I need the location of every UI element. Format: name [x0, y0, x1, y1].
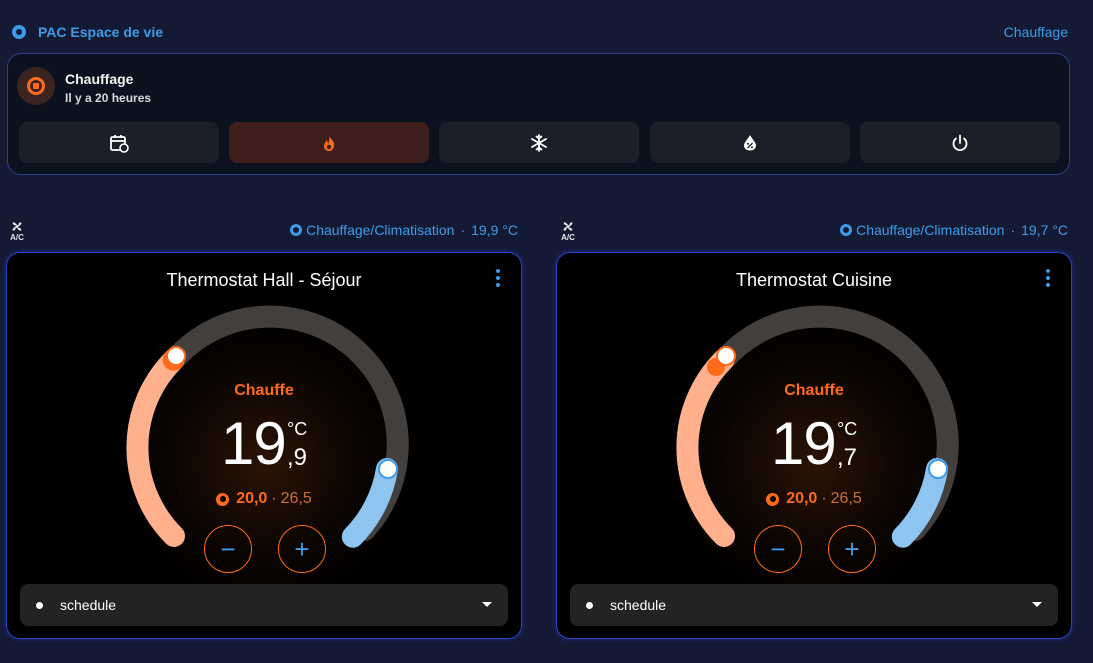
thermostat-title: Thermostat Cuisine: [735, 270, 893, 290]
section-header: PAC Espace de vie: [12, 24, 163, 40]
thermostat-1-state[interactable]: Chauffage/Climatisation · 19,9 °C: [290, 222, 518, 238]
calendar-sync-icon: [110, 134, 129, 153]
preset-value: schedule: [60, 597, 117, 613]
thermostat-card-cuisine: Thermostat Cuisine Chauffe 19 °C ,7 20,0…: [556, 252, 1072, 639]
preset-value: schedule: [610, 597, 667, 613]
section-title: PAC Espace de vie: [38, 24, 164, 40]
separator: ·: [1010, 222, 1016, 238]
preset-select[interactable]: schedule: [570, 584, 1058, 626]
temp-decimal: ,9: [287, 444, 308, 471]
thermostat-title: Thermostat Hall - Séjour: [166, 270, 362, 290]
increase-button[interactable]: +: [828, 525, 876, 573]
decrease-button[interactable]: −: [754, 525, 802, 573]
mode-link[interactable]: Chauffage: [1004, 24, 1068, 40]
thermostat-auto-icon: [840, 224, 853, 236]
ac-label: A/C: [561, 233, 575, 242]
hvac-mode-card: Chauffage Il y a 20 heures: [7, 53, 1070, 175]
low-setpoint-handle[interactable]: [166, 346, 186, 366]
current-temperature: 19,7 °C: [1021, 222, 1068, 238]
mode-button-off[interactable]: [860, 122, 1060, 163]
mode-button-cool[interactable]: [439, 122, 639, 163]
range-separator: ·: [821, 490, 827, 507]
thermostat-2-state[interactable]: Chauffage/Climatisation · 19,7 °C: [840, 222, 1068, 238]
more-menu-icon[interactable]: [496, 269, 500, 287]
fan-icon: [563, 222, 573, 231]
heat-mode-icon: [27, 77, 45, 95]
ac-fan-icon: A/C: [561, 221, 575, 242]
fan-icon: [12, 222, 22, 231]
high-setpoint-handle[interactable]: [378, 459, 398, 479]
water-percent-icon: [744, 135, 756, 151]
thermostat-auto-icon: [766, 492, 780, 506]
decrease-button[interactable]: −: [204, 525, 252, 573]
current-temperature-display: 19 °C ,7: [771, 410, 857, 477]
range-separator: ·: [271, 490, 277, 507]
chevron-down-icon: [482, 602, 492, 607]
temp-unit: °C: [837, 419, 858, 439]
target-range: 20,0 · 26,5: [557, 490, 1071, 508]
hvac-mode-label: Chauffage/Climatisation: [856, 222, 1005, 238]
thermostat-card-hall-sejour: Thermostat Hall - Séjour Chauffe 19 °C ,…: [6, 252, 522, 639]
current-temperature: 19,9 °C: [471, 222, 518, 238]
mode-last-changed: Il y a 20 heures: [65, 91, 152, 105]
mode-button-heat[interactable]: [229, 122, 429, 163]
chevron-down-icon: [1032, 602, 1042, 607]
ac-label: A/C: [10, 233, 24, 242]
mode-button-auto[interactable]: [19, 122, 219, 163]
hvac-mode-label: Chauffage/Climatisation: [306, 222, 455, 238]
mode-button-dry[interactable]: [650, 122, 850, 163]
target-range: 20,0 · 26,5: [7, 490, 521, 508]
temp-integer: 19: [221, 410, 287, 477]
thermostat-auto-icon: [216, 492, 230, 506]
temp-integer: 19: [771, 410, 837, 477]
hvac-action: Chauffe: [784, 382, 844, 399]
preset-dot-icon: [36, 601, 43, 609]
thermostat-auto-icon: [12, 25, 26, 39]
preset-select[interactable]: schedule: [20, 584, 508, 626]
temp-decimal: ,7: [837, 444, 858, 471]
preset-dot-icon: [586, 601, 593, 609]
target-high: 26,5: [280, 490, 312, 507]
fire-icon: [324, 134, 335, 151]
more-menu-icon[interactable]: [1046, 269, 1050, 287]
snowflake-icon: [531, 133, 547, 152]
current-temperature-display: 19 °C ,9: [221, 410, 307, 477]
mode-title: Chauffage: [65, 71, 134, 87]
separator: ·: [460, 222, 466, 238]
low-setpoint-handle[interactable]: [716, 346, 736, 366]
high-setpoint-handle[interactable]: [928, 459, 948, 479]
temp-unit: °C: [287, 419, 308, 439]
target-low: 20,0: [236, 490, 268, 507]
power-icon: [952, 134, 968, 151]
increase-button[interactable]: +: [278, 525, 326, 573]
ac-fan-icon: A/C: [10, 221, 24, 242]
hvac-action: Chauffe: [234, 382, 294, 399]
thermostat-auto-icon: [290, 224, 303, 236]
mode-avatar[interactable]: [17, 67, 55, 105]
target-low: 20,0: [786, 490, 818, 507]
target-high: 26,5: [830, 490, 862, 507]
